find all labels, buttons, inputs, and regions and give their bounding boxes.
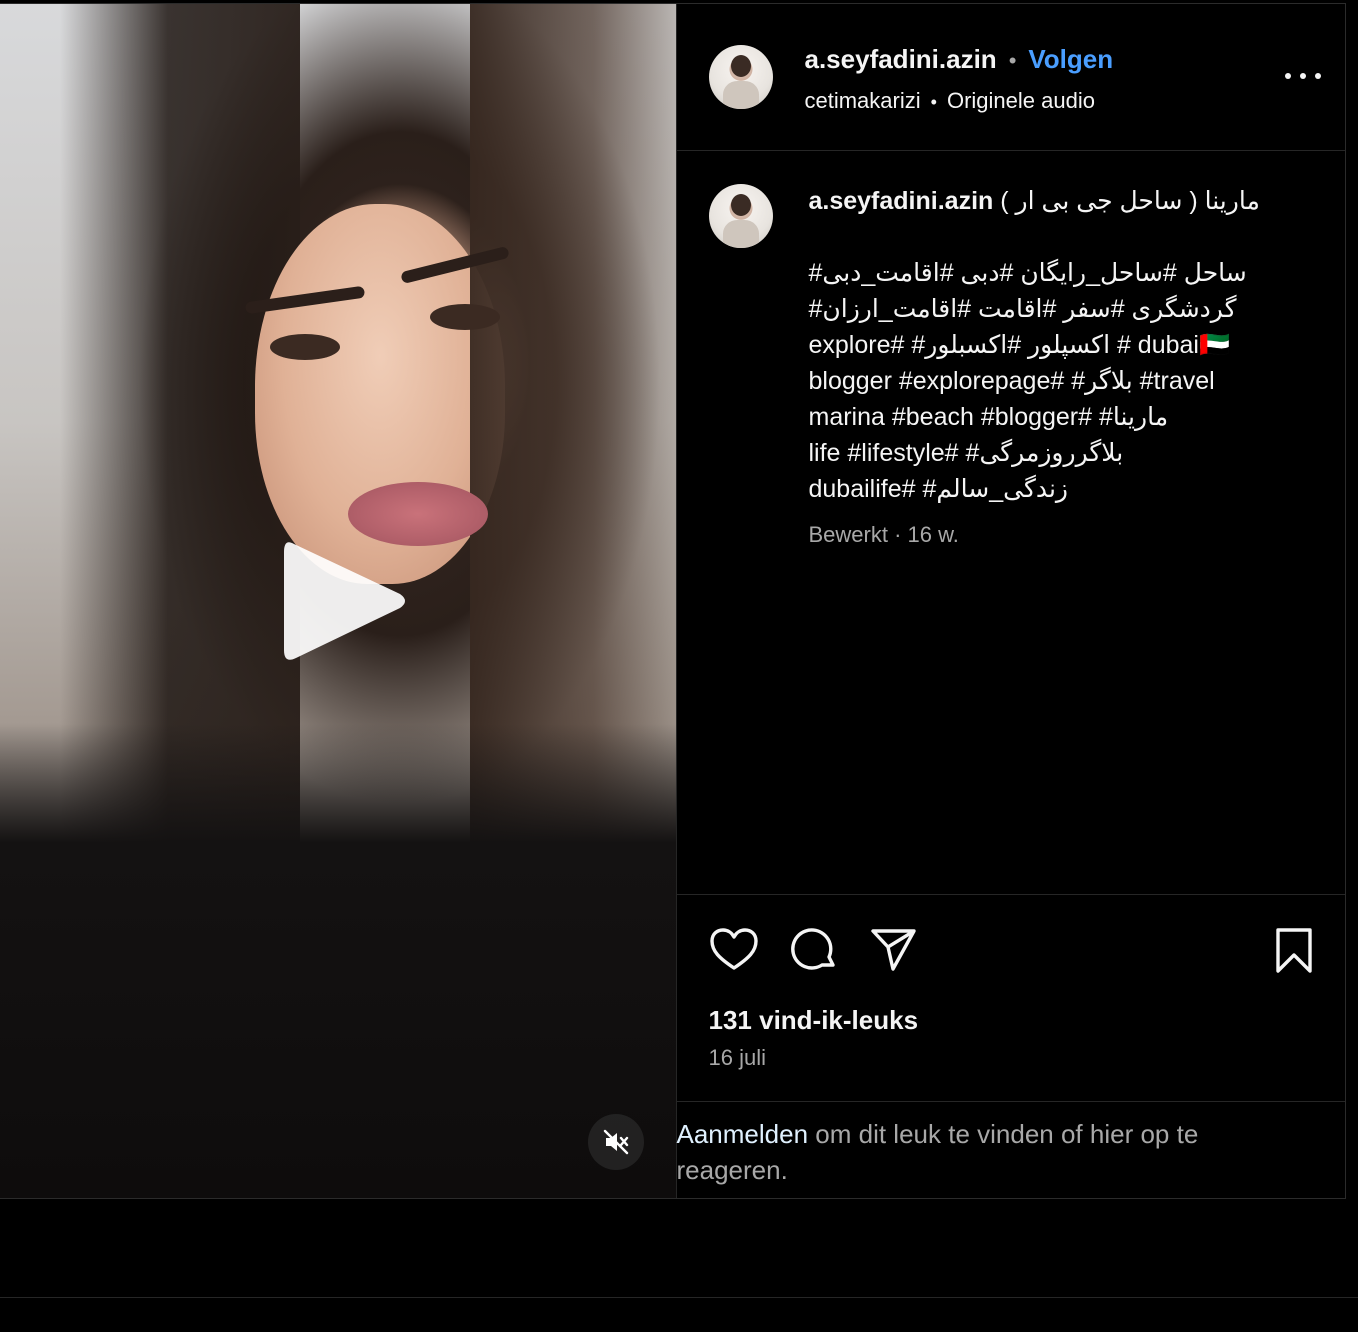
audio-link[interactable]: Originele audio xyxy=(947,88,1095,113)
video-player[interactable] xyxy=(0,4,676,1198)
comment-icon[interactable] xyxy=(789,925,839,975)
login-link[interactable]: Aanmelden xyxy=(677,1119,809,1149)
post-container: a.seyfadini.azin • Volgen cetimakarizi • Ori… xyxy=(0,3,1346,1199)
heart-icon[interactable] xyxy=(709,925,759,975)
caption-hashtags: #ساحل #ساحل_رایگان #دبی #اقامت_دبی #گردش… xyxy=(808,259,1247,503)
caption-title-row: a.seyfadini.azin مارینا ( ساحل جی بی ار … xyxy=(809,183,1289,219)
video-frame-clothing xyxy=(0,724,676,1198)
separator-dot: • xyxy=(1008,48,1017,73)
post-date: 16 juli xyxy=(708,1045,766,1070)
caption-username-link[interactable]: a.seyfadini.azin xyxy=(809,187,994,215)
play-icon[interactable] xyxy=(282,536,412,666)
username-link[interactable]: a.seyfadini.azin xyxy=(805,44,997,74)
caption-section: a.seyfadini.azin مارینا ( ساحل جی بی ار … xyxy=(676,151,1345,895)
divider xyxy=(0,1297,1358,1298)
like-count[interactable]: 131 vind-ik-leuks xyxy=(709,1005,919,1036)
post-side-panel: a.seyfadini.azin • Volgen cetimakarizi • Ori… xyxy=(675,4,1346,1198)
bookmark-icon[interactable] xyxy=(1269,925,1319,975)
audio-row: cetimakarizi • Originele audio xyxy=(805,88,1095,114)
header-username-row: a.seyfadini.azin • Volgen xyxy=(805,44,1114,75)
separator-dot: • xyxy=(930,92,937,112)
action-bar: 131 vind-ik-leuks 16 juli xyxy=(676,895,1345,1102)
video-frame-detail xyxy=(270,334,340,360)
avatar[interactable] xyxy=(708,45,773,109)
login-prompt: Aanmelden om dit leuk te vinden of hier … xyxy=(677,1102,1346,1198)
muted-speaker-icon[interactable] xyxy=(588,1114,644,1170)
caption-meta: Bewerkt · 16 w. xyxy=(808,522,959,547)
more-dot xyxy=(1315,73,1321,79)
post-header: a.seyfadini.azin • Volgen cetimakarizi • Ori… xyxy=(676,4,1345,151)
caption-title: مارینا ( ساحل جی بی ار ) xyxy=(1000,187,1260,215)
video-frame-detail xyxy=(430,304,500,330)
more-dot xyxy=(1285,73,1291,79)
more-dot xyxy=(1300,73,1306,79)
audio-owner-link[interactable]: cetimakarizi xyxy=(805,88,921,113)
more-horizontal-icon[interactable] xyxy=(1285,64,1321,88)
send-icon[interactable] xyxy=(869,925,919,975)
follow-button[interactable]: Volgen xyxy=(1028,44,1113,74)
caption-text: a.seyfadini.azin مارینا ( ساحل جی بی ار … xyxy=(809,183,1289,551)
avatar[interactable] xyxy=(708,184,773,248)
